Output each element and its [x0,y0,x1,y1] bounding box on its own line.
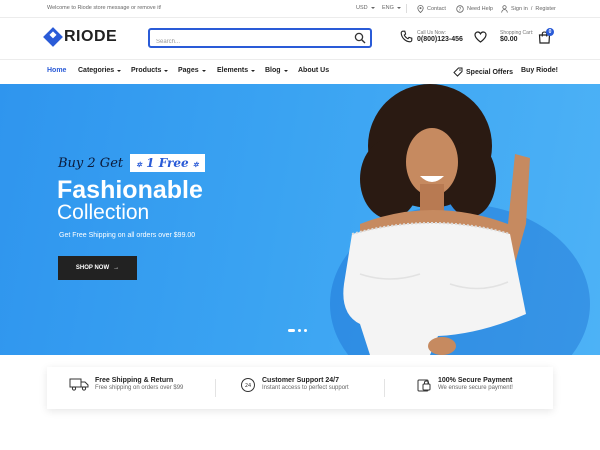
top-bar: Welcome to Riode store message or remove… [0,0,600,18]
nav-categories[interactable]: Categories [78,67,122,74]
cart-count-badge: 0 [546,28,554,36]
service-bar: Free Shipping & Return Free shipping on … [47,367,553,409]
nav-pages[interactable]: Pages [178,67,206,74]
cart-button[interactable]: 0 [538,28,554,49]
logo[interactable]: RIODE [43,27,118,47]
model-photo [343,84,530,355]
cart-total: $0.00 [500,36,518,43]
promo-badge: ✲ 1 Free ✲ [130,154,205,172]
contact-label: Contact [427,6,446,12]
help-link[interactable]: ? Need Help [456,5,493,13]
nav-products[interactable]: Products [131,67,169,74]
chevron-down-icon [370,7,375,9]
service-desc: Free shipping on orders over $99 [95,385,184,391]
service-title: 100% Secure Payment [438,377,513,384]
svg-text:24: 24 [245,383,251,389]
service-desc: We ensure secure payment! [438,385,513,391]
hero-banner: Buy 2 Get ✲ 1 Free ✲ Fashionable Collect… [0,84,600,355]
promo-badge-text: 1 Free [146,156,189,170]
slider-dot[interactable] [304,329,307,332]
special-offers-label: Special Offers [466,68,514,76]
wishlist-heart-icon[interactable] [474,31,487,43]
nav-blog[interactable]: Blog [265,67,288,74]
divider [215,379,216,397]
hero-shipping-note: Get Free Shipping on all orders over $99… [59,232,196,239]
special-offers-link[interactable]: Special Offers [453,67,513,77]
promo-text: Buy 2 Get [58,155,124,171]
support-24-icon: 24 [241,378,255,392]
help-label: Need Help [467,6,493,12]
shop-now-button[interactable]: SHOP NOW → [58,256,137,280]
slider-pagination [288,329,307,332]
logo-diamond-icon [43,27,63,47]
contact-link[interactable]: Contact [417,5,446,13]
location-pin-icon [417,5,424,13]
buy-riode-link[interactable]: Buy Riode! [521,67,558,74]
nav-label: Home [47,67,67,74]
nav-label: Products [131,67,162,74]
arrow-right-icon: → [113,265,120,271]
user-icon [501,5,508,13]
signin-link[interactable]: Sign in [511,6,528,12]
nav-label: Categories [78,67,115,74]
phone-icon [400,30,413,43]
nav-about-us[interactable]: About Us [298,67,329,74]
nav-home[interactable]: Home [47,67,66,74]
chevron-down-icon [396,7,401,9]
search-box [148,28,372,50]
logo-text: RIODE [64,28,118,45]
star-icon: ✲ [136,160,142,169]
cart-summary[interactable]: Shopping Cart: $0.00 [500,30,533,43]
chevron-down-icon [201,69,206,72]
secure-payment-icon [417,379,431,392]
currency-select[interactable]: USD [356,5,375,11]
service-desc: Instant access to perfect support [262,385,349,391]
service-secure-payment: 100% Secure Payment We ensure secure pay… [416,377,513,393]
service-free-shipping: Free Shipping & Return Free shipping on … [69,377,183,391]
slider-dot[interactable] [288,329,295,332]
language-value: ENG [382,5,394,11]
service-support: 24 Customer Support 24/7 Instant access … [240,377,349,393]
buy-riode-label: Buy Riode! [521,67,558,74]
tag-icon [453,67,463,77]
hero-subtitle: Collection [57,201,150,224]
search-input[interactable] [156,34,346,50]
divider [384,379,385,397]
chevron-down-icon [251,69,256,72]
slider-dot[interactable] [298,329,301,332]
help-icon: ? [456,5,464,13]
star-icon: ✲ [192,160,199,169]
chevron-down-icon [164,69,169,72]
service-title: Customer Support 24/7 [262,377,340,384]
currency-value: USD [356,5,368,11]
nav-label: About Us [298,67,330,74]
chevron-down-icon [283,69,288,72]
auth-separator: / [530,6,533,12]
truck-icon [69,378,89,391]
service-title: Free Shipping & Return [95,377,174,384]
nav-label: Pages [178,67,199,74]
language-select[interactable]: ENG [382,5,401,11]
call-us[interactable]: Call Us Now: 0(800)123-456 [400,30,463,43]
phone-number: 0(800)123-456 [417,36,463,43]
account-links: Sign in / Register [501,5,556,13]
site-header: RIODE Call Us Now: 0(800)123-456 Shoppin… [0,18,600,59]
nav-label: Blog [265,67,281,74]
divider [406,4,407,13]
nav-elements[interactable]: Elements [217,67,256,74]
welcome-message: Welcome to Riode store message or remove… [47,5,162,11]
promo-line: Buy 2 Get ✲ 1 Free ✲ [58,154,205,172]
svg-text:?: ? [459,7,462,13]
chevron-down-icon [117,69,122,72]
search-icon[interactable] [354,32,366,44]
nav-label: Elements [217,67,249,74]
main-nav: Home Categories Products Pages Elements … [0,59,600,83]
register-link[interactable]: Register [535,6,555,12]
shop-now-label: SHOP NOW [75,265,110,271]
